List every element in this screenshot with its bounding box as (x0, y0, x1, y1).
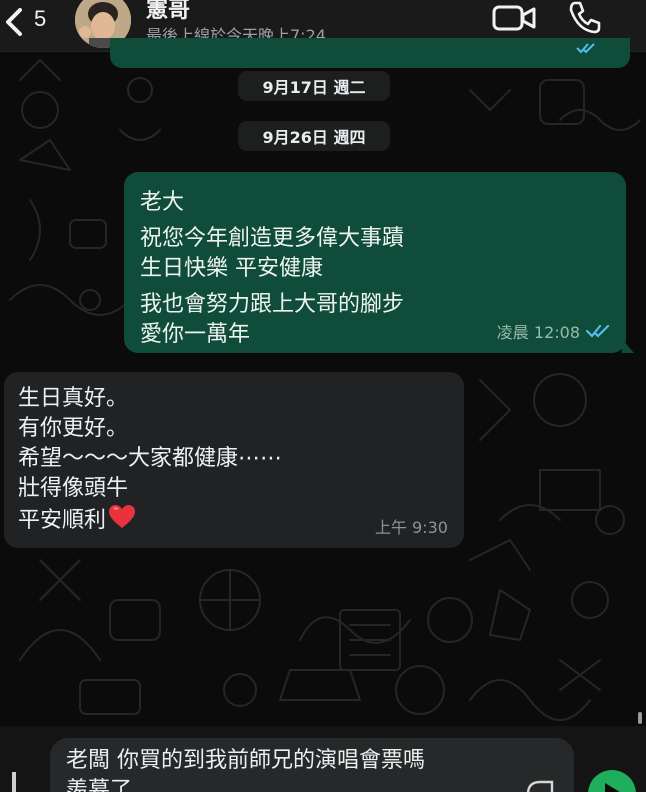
message-line: 希望～～～大家都健康⋯⋯ (18, 446, 283, 471)
message-line: 平安順利 (18, 508, 107, 533)
message-time: 凌晨 12:08 (496, 323, 580, 342)
message-line: 祝您今年創造更多偉大事蹟 (140, 226, 405, 251)
message-line: 壯得像頭牛 (18, 476, 129, 501)
message-line: 生日真好。 (18, 386, 129, 411)
attach-button[interactable] (12, 772, 16, 792)
video-call-button[interactable] (492, 0, 538, 36)
send-icon (605, 783, 620, 792)
phone-icon (569, 1, 601, 34)
unread-count[interactable]: 5 (34, 6, 46, 32)
sticker-icon (526, 780, 554, 792)
message-time: 上午 9:30 (374, 518, 448, 537)
message-meta: 凌晨 12:08 (497, 319, 610, 343)
heart-icon (109, 505, 136, 528)
incoming-message-bubble[interactable]: 生日真好。 有你更好。 希望～～～大家都健康⋯⋯ 壯得像頭牛 平安順利 上午 9… (4, 372, 464, 548)
message-line: 有你更好。 (18, 416, 129, 441)
send-button[interactable] (588, 770, 636, 792)
date-separator: 9月17日 週二 (238, 71, 390, 101)
video-call-icon (492, 5, 536, 31)
chat-screen: 5 憲哥 最後上線於今天晚上7:24 9月17日 週二 9月26日 週四 老大 … (0, 0, 646, 792)
previous-message-bubble[interactable] (110, 38, 630, 68)
chevron-left-icon (6, 8, 22, 36)
scroll-indicator[interactable] (638, 712, 642, 724)
sticker-button[interactable] (524, 778, 556, 792)
contact-name[interactable]: 憲哥 (146, 0, 190, 24)
message-line: 老大 (140, 190, 185, 215)
message-line: 我也會努力跟上大哥的腳步 (140, 292, 405, 317)
message-input[interactable]: 老闆 你買的到我前師兄的演唱會票嗎 羨慕了 (50, 738, 574, 792)
input-text-line: 羨慕了 (66, 778, 133, 792)
message-line: 生日快樂 平安健康 (140, 256, 323, 281)
outgoing-message-bubble[interactable]: 老大 祝您今年創造更多偉大事蹟 生日快樂 平安健康 我也會努力跟上大哥的腳步 愛… (124, 172, 634, 353)
double-check-icon (586, 324, 610, 338)
voice-call-button[interactable] (566, 0, 604, 36)
date-separator: 9月26日 週四 (238, 121, 390, 151)
message-meta (576, 42, 596, 58)
double-check-icon (576, 43, 595, 54)
input-text-line: 老闆 你買的到我前師兄的演唱會票嗎 (66, 748, 425, 773)
